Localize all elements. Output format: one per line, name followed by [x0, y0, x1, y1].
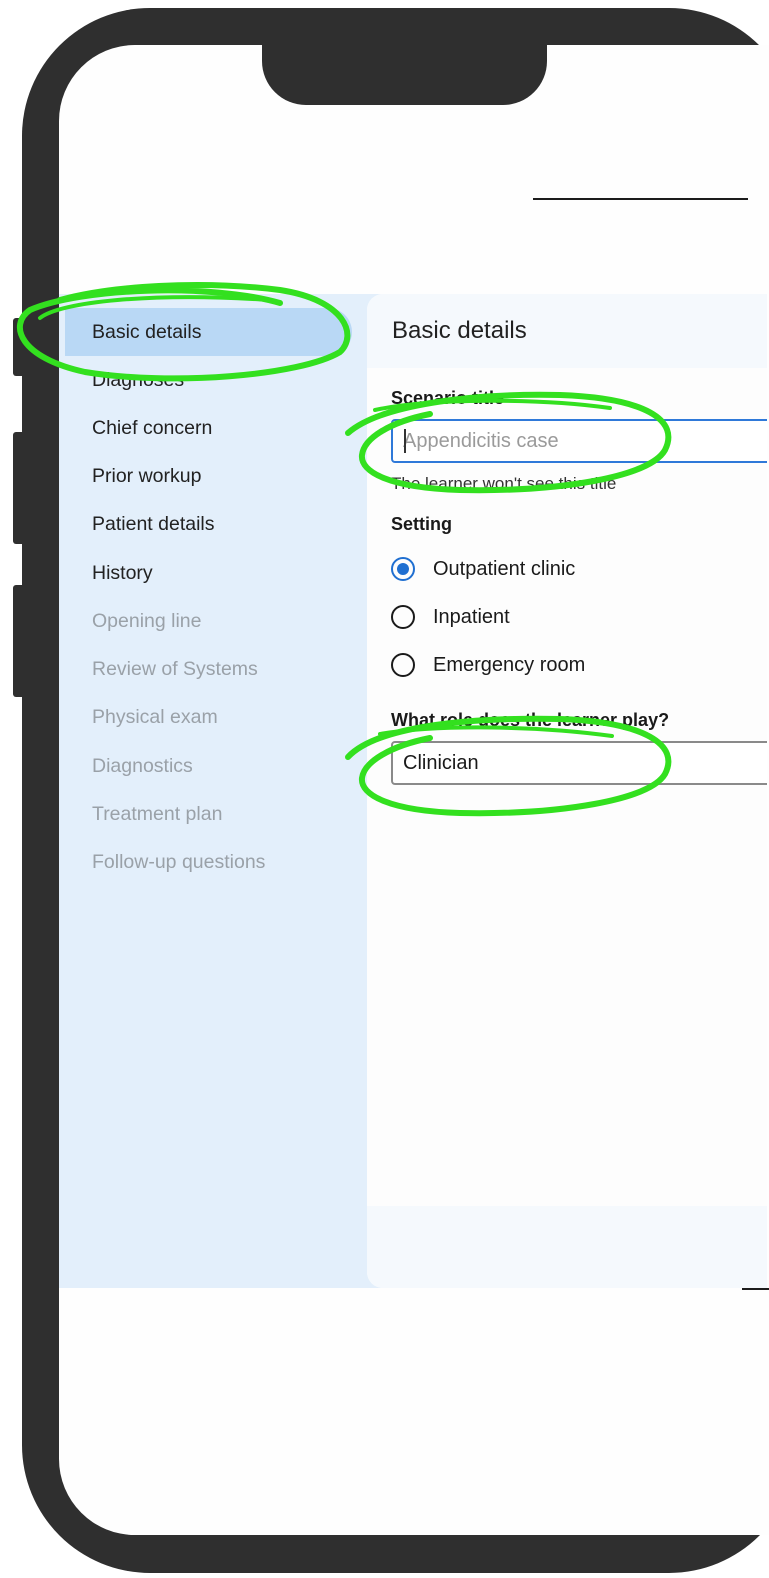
sidebar-item-review-of-systems: Review of Systems — [92, 658, 258, 680]
sidebar-item-follow-up-questions: Follow-up questions — [92, 851, 266, 873]
annotation-line-top — [533, 198, 748, 200]
phone-volume-down-button — [13, 585, 24, 697]
setting-option-inpatient[interactable]: Inpatient — [391, 603, 510, 631]
sidebar-item-patient-details[interactable]: Patient details — [92, 512, 215, 536]
setting-option-outpatient-clinic[interactable]: Outpatient clinic — [391, 555, 575, 583]
sidebar-item-treatment-plan: Treatment plan — [92, 803, 223, 825]
learner-role-input[interactable] — [391, 741, 767, 785]
setting-option-emergency-room[interactable]: Emergency room — [391, 651, 585, 679]
sidebar-item-opening-line: Opening line — [92, 610, 202, 632]
page-title: Basic details — [392, 317, 527, 344]
phone-volume-up-button — [13, 432, 24, 544]
radio-unchecked-icon[interactable] — [391, 605, 415, 629]
panel-footer — [367, 1206, 767, 1288]
panel-header: Basic details — [367, 294, 767, 368]
radio-label: Outpatient clinic — [433, 557, 576, 580]
sidebar-item-diagnoses[interactable]: Diagnoses — [92, 368, 184, 392]
radio-unchecked-icon[interactable] — [391, 653, 415, 677]
scenario-editor: Basic details Diagnoses Chief concern Pr… — [59, 294, 767, 1288]
text-cursor — [404, 429, 406, 453]
sidebar-item-chief-concern[interactable]: Chief concern — [92, 416, 212, 440]
scenario-title-helper: The learner won't see this title — [391, 474, 617, 493]
sidebar-item-physical-exam: Physical exam — [92, 706, 218, 728]
scenario-title-label: Scenario title — [391, 388, 505, 408]
radio-label: Inpatient — [433, 605, 510, 628]
setting-label: Setting — [391, 514, 452, 534]
sidebar-item-prior-workup[interactable]: Prior workup — [92, 464, 201, 488]
scenario-title-input[interactable] — [391, 419, 767, 463]
radio-checked-icon[interactable] — [391, 557, 415, 581]
learner-role-label: What role does the learner play? — [391, 710, 670, 730]
annotation-line-bottom — [742, 1288, 769, 1290]
basic-details-panel: Basic details Scenario title The learner… — [367, 294, 767, 1288]
sidebar-item-basic-details[interactable]: Basic details — [92, 320, 201, 344]
phone-mute-switch — [13, 318, 24, 376]
sidebar-item-history[interactable]: History — [92, 561, 153, 585]
sidebar-item-diagnostics: Diagnostics — [92, 755, 193, 777]
radio-label: Emergency room — [433, 653, 586, 676]
phone-notch — [262, 45, 547, 105]
